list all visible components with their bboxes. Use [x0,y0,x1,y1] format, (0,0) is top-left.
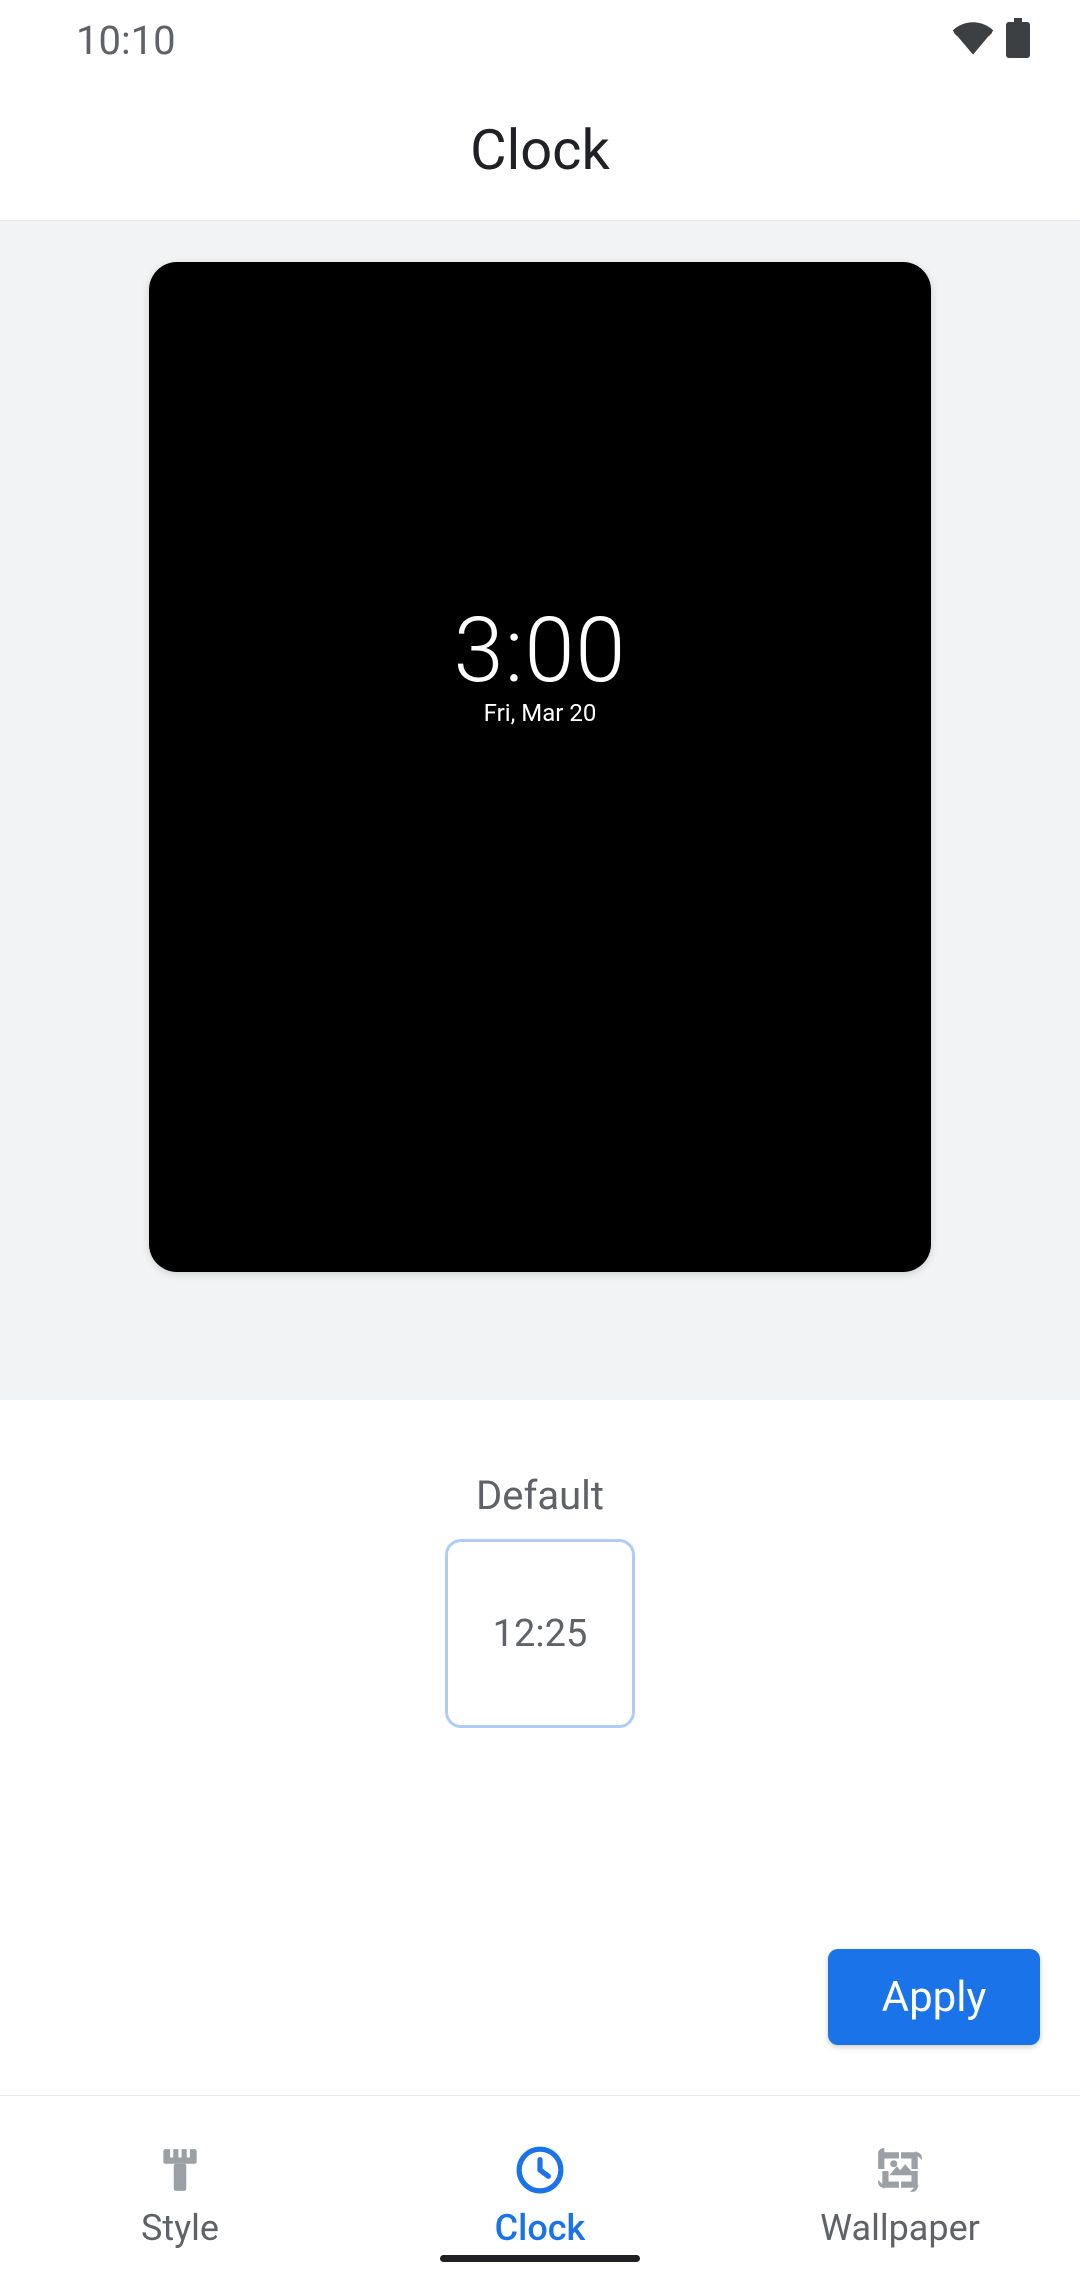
battery-icon [1006,18,1030,62]
nav-tab-wallpaper[interactable]: Wallpaper [720,2096,1080,2280]
status-time: 10:10 [76,17,176,64]
thumbnail-time: 12:25 [493,1612,588,1656]
option-label: Default [476,1472,604,1519]
page-title: Clock [470,117,610,183]
status-bar: 10:10 [0,0,1080,80]
preview-date: Fri, Mar 20 [454,699,627,727]
wifi-icon [952,17,994,63]
nav-label: Style [141,2207,219,2249]
clock-icon [515,2145,565,2195]
nav-label: Clock [495,2207,586,2249]
app-header: Clock [0,80,1080,220]
apply-button[interactable]: Apply [828,1949,1040,2045]
brush-icon [155,2145,205,2195]
clock-options: Default 12:25 [0,1400,1080,1728]
status-icons [952,17,1030,63]
nav-tab-clock[interactable]: Clock [360,2096,720,2280]
preview-time: 3:00 [454,598,627,703]
bottom-nav: Style Clock Wallpaper [0,2095,1080,2280]
clock-preview-card[interactable]: 3:00 Fri, Mar 20 [149,262,931,1272]
clock-option-default[interactable]: 12:25 [445,1539,635,1728]
wallpaper-icon [875,2145,925,2195]
nav-tab-style[interactable]: Style [0,2096,360,2280]
nav-label: Wallpaper [820,2207,980,2249]
preview-area: 3:00 Fri, Mar 20 [0,220,1080,1400]
gesture-bar[interactable] [440,2255,640,2262]
